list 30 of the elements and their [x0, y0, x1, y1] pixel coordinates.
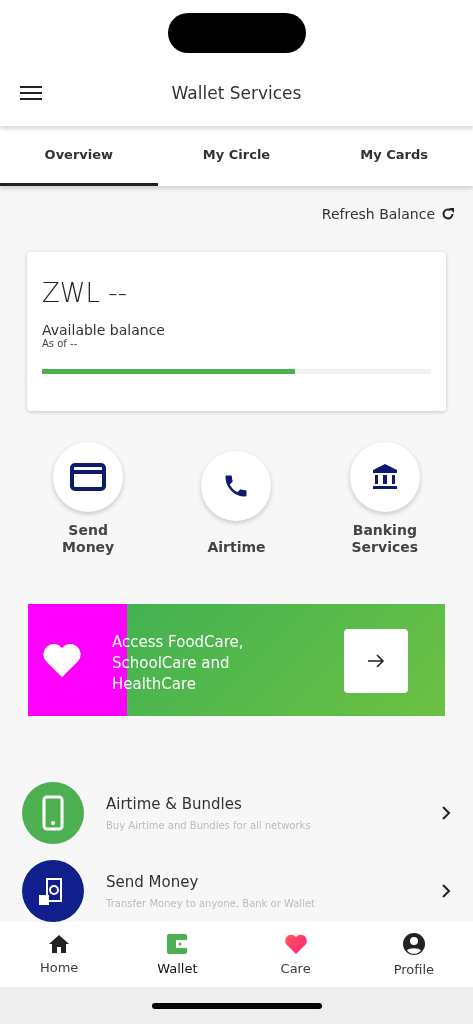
home-icon — [48, 934, 71, 955]
tab[interactable]: My Cards — [315, 125, 473, 187]
action-label: Banking Services — [350, 522, 420, 557]
action-button[interactable] — [53, 442, 124, 513]
tab[interactable]: Overview — [0, 125, 158, 187]
action-button[interactable] — [349, 442, 420, 513]
refresh-icon[interactable] — [441, 207, 455, 222]
chevron-right-icon[interactable] — [441, 883, 451, 900]
balance-label: Available balance — [42, 322, 166, 339]
profile-icon — [401, 932, 426, 957]
action-label: Airtime — [206, 539, 267, 557]
action-button[interactable] — [201, 451, 272, 522]
service-subtitle: Transfer Money to anyone, Bank or Wallet — [106, 898, 316, 910]
service-title[interactable]: Airtime & Bundles — [106, 795, 441, 814]
heart-icon — [41, 641, 83, 680]
tab[interactable]: My Circle — [157, 125, 316, 187]
chevron-right-icon[interactable] — [441, 805, 451, 822]
bank-icon — [371, 463, 398, 492]
heart-icon — [283, 933, 308, 956]
balance-amount: ZWL -- — [42, 278, 129, 309]
service-subtitle: Buy Airtime and Bundles for all networks — [106, 820, 312, 832]
arrow-right-icon — [367, 654, 385, 669]
service-title[interactable]: Send Money — [106, 873, 441, 892]
page-title: Wallet Services — [170, 82, 303, 103]
menu-icon[interactable] — [20, 84, 42, 101]
refresh-balance-link[interactable]: Refresh Balance — [321, 206, 435, 223]
action-label: Send Money — [61, 522, 116, 557]
credit-card-icon — [70, 463, 107, 492]
wallet-icon — [166, 933, 189, 956]
balance-date: As of -- — [42, 338, 79, 350]
